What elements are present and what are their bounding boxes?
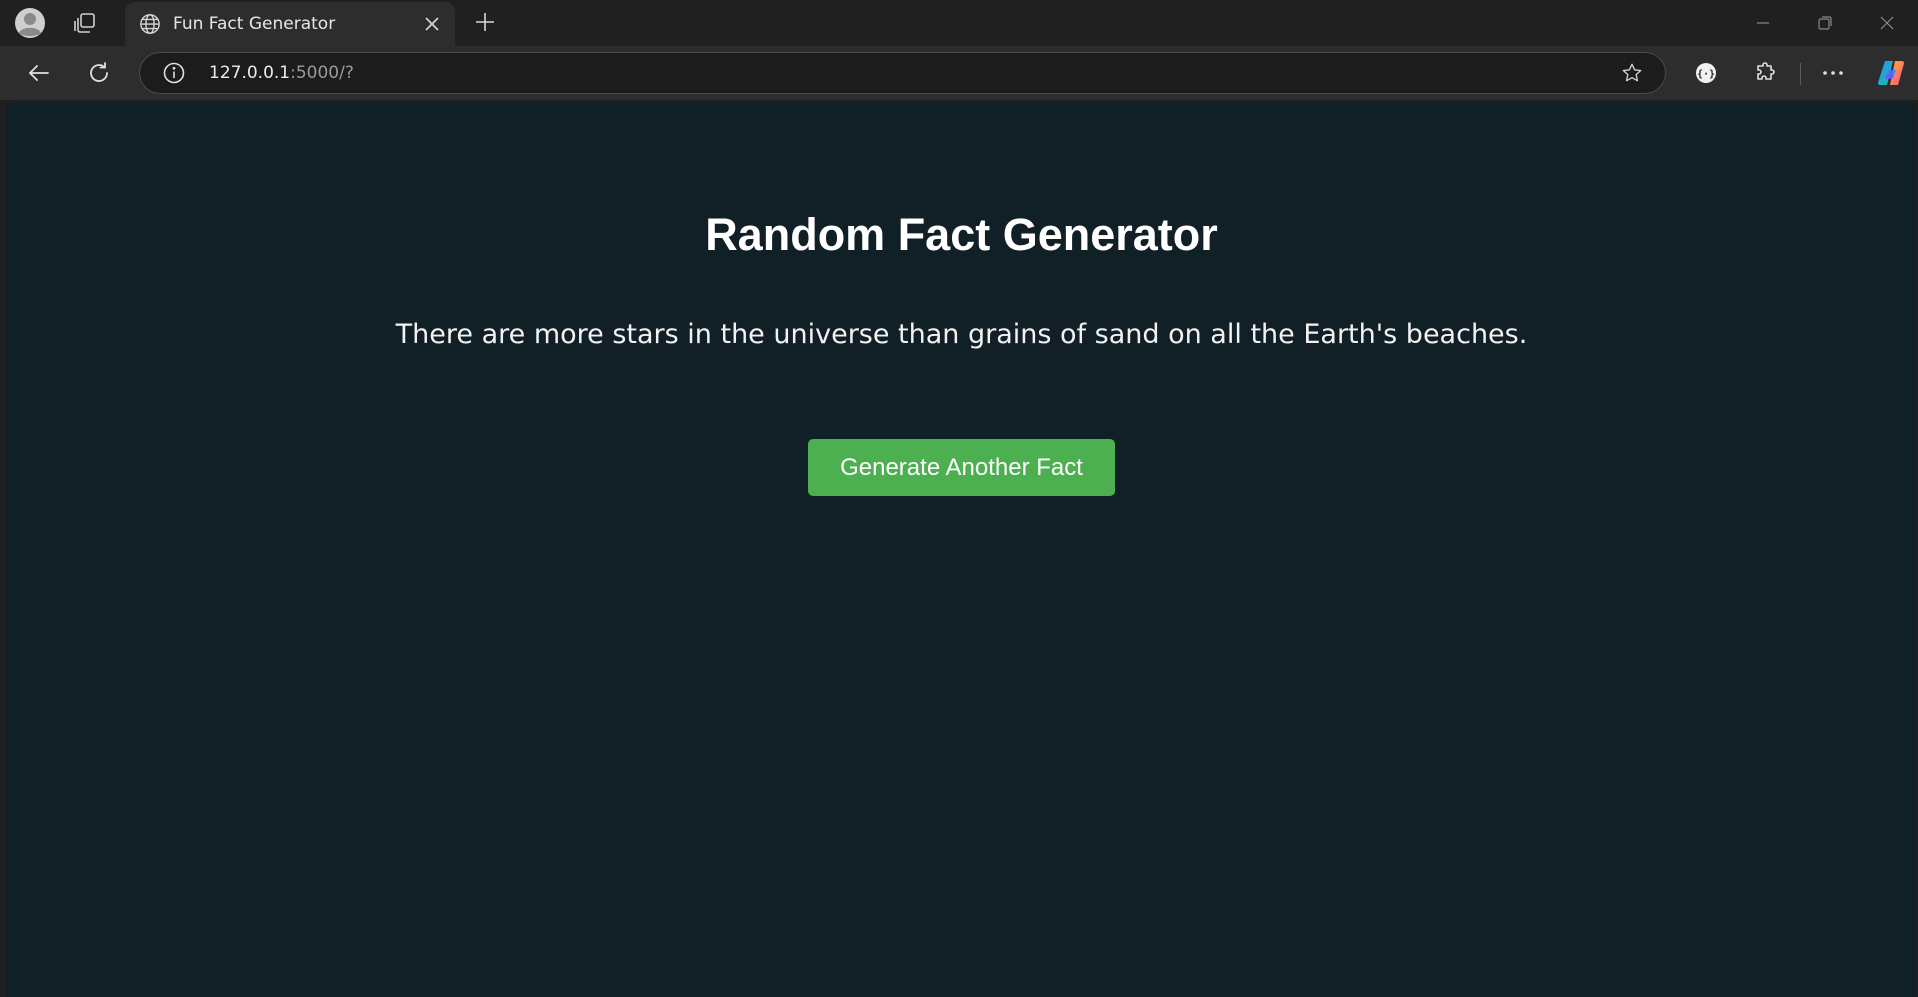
active-tab[interactable]: Fun Fact Generator [125,2,455,46]
copilot-button[interactable] [1871,53,1911,93]
generate-fact-button[interactable]: Generate Another Fact [808,439,1115,496]
workspaces-icon [74,13,95,33]
minimize-button[interactable] [1732,0,1794,46]
url-host: 127.0.0.1 [209,63,291,83]
new-tab-button[interactable] [465,4,505,40]
star-icon [1622,63,1642,82]
close-icon [425,17,439,31]
back-arrow-icon [29,65,49,81]
more-icon [1823,71,1843,75]
minimize-icon [1757,22,1769,24]
puzzle-icon [1757,62,1775,80]
page-viewport: Random Fact Generator There are more sta… [6,102,1917,997]
favorite-button[interactable] [1615,56,1649,90]
url-text[interactable]: 127.0.0.1:5000/? [209,63,1615,83]
browser-toolbar: 127.0.0.1:5000/? {·} [0,46,1918,100]
address-bar[interactable]: 127.0.0.1:5000/? [139,52,1666,94]
info-icon [163,62,185,84]
profile-icon [15,8,45,38]
more-button[interactable] [1813,53,1853,93]
close-icon [1880,16,1894,30]
svg-text:{·}: {·} [1697,69,1715,80]
toolbar-divider [1800,63,1801,85]
close-window-button[interactable] [1856,0,1918,46]
tab-strip: Fun Fact Generator [0,0,1918,46]
site-info-button[interactable] [159,58,189,88]
url-path: :5000/? [290,63,354,83]
restore-icon [1818,16,1832,30]
close-tab-button[interactable] [417,9,447,39]
back-button[interactable] [19,53,59,93]
reload-icon [90,62,108,82]
plus-icon [476,13,494,31]
fact-text: There are more stars in the universe tha… [395,319,1528,350]
extensions-button[interactable] [1746,53,1786,93]
workspaces-button[interactable] [65,5,105,41]
page-title: Random Fact Generator [705,209,1218,260]
extension-button[interactable]: {·} [1686,53,1726,93]
braces-icon: {·} [1696,63,1716,83]
copilot-icon [1877,60,1905,86]
tab-title: Fun Fact Generator [173,14,336,34]
reload-button[interactable] [79,53,119,93]
globe-icon [137,11,163,37]
restore-button[interactable] [1794,0,1856,46]
profile-button[interactable] [10,5,50,41]
